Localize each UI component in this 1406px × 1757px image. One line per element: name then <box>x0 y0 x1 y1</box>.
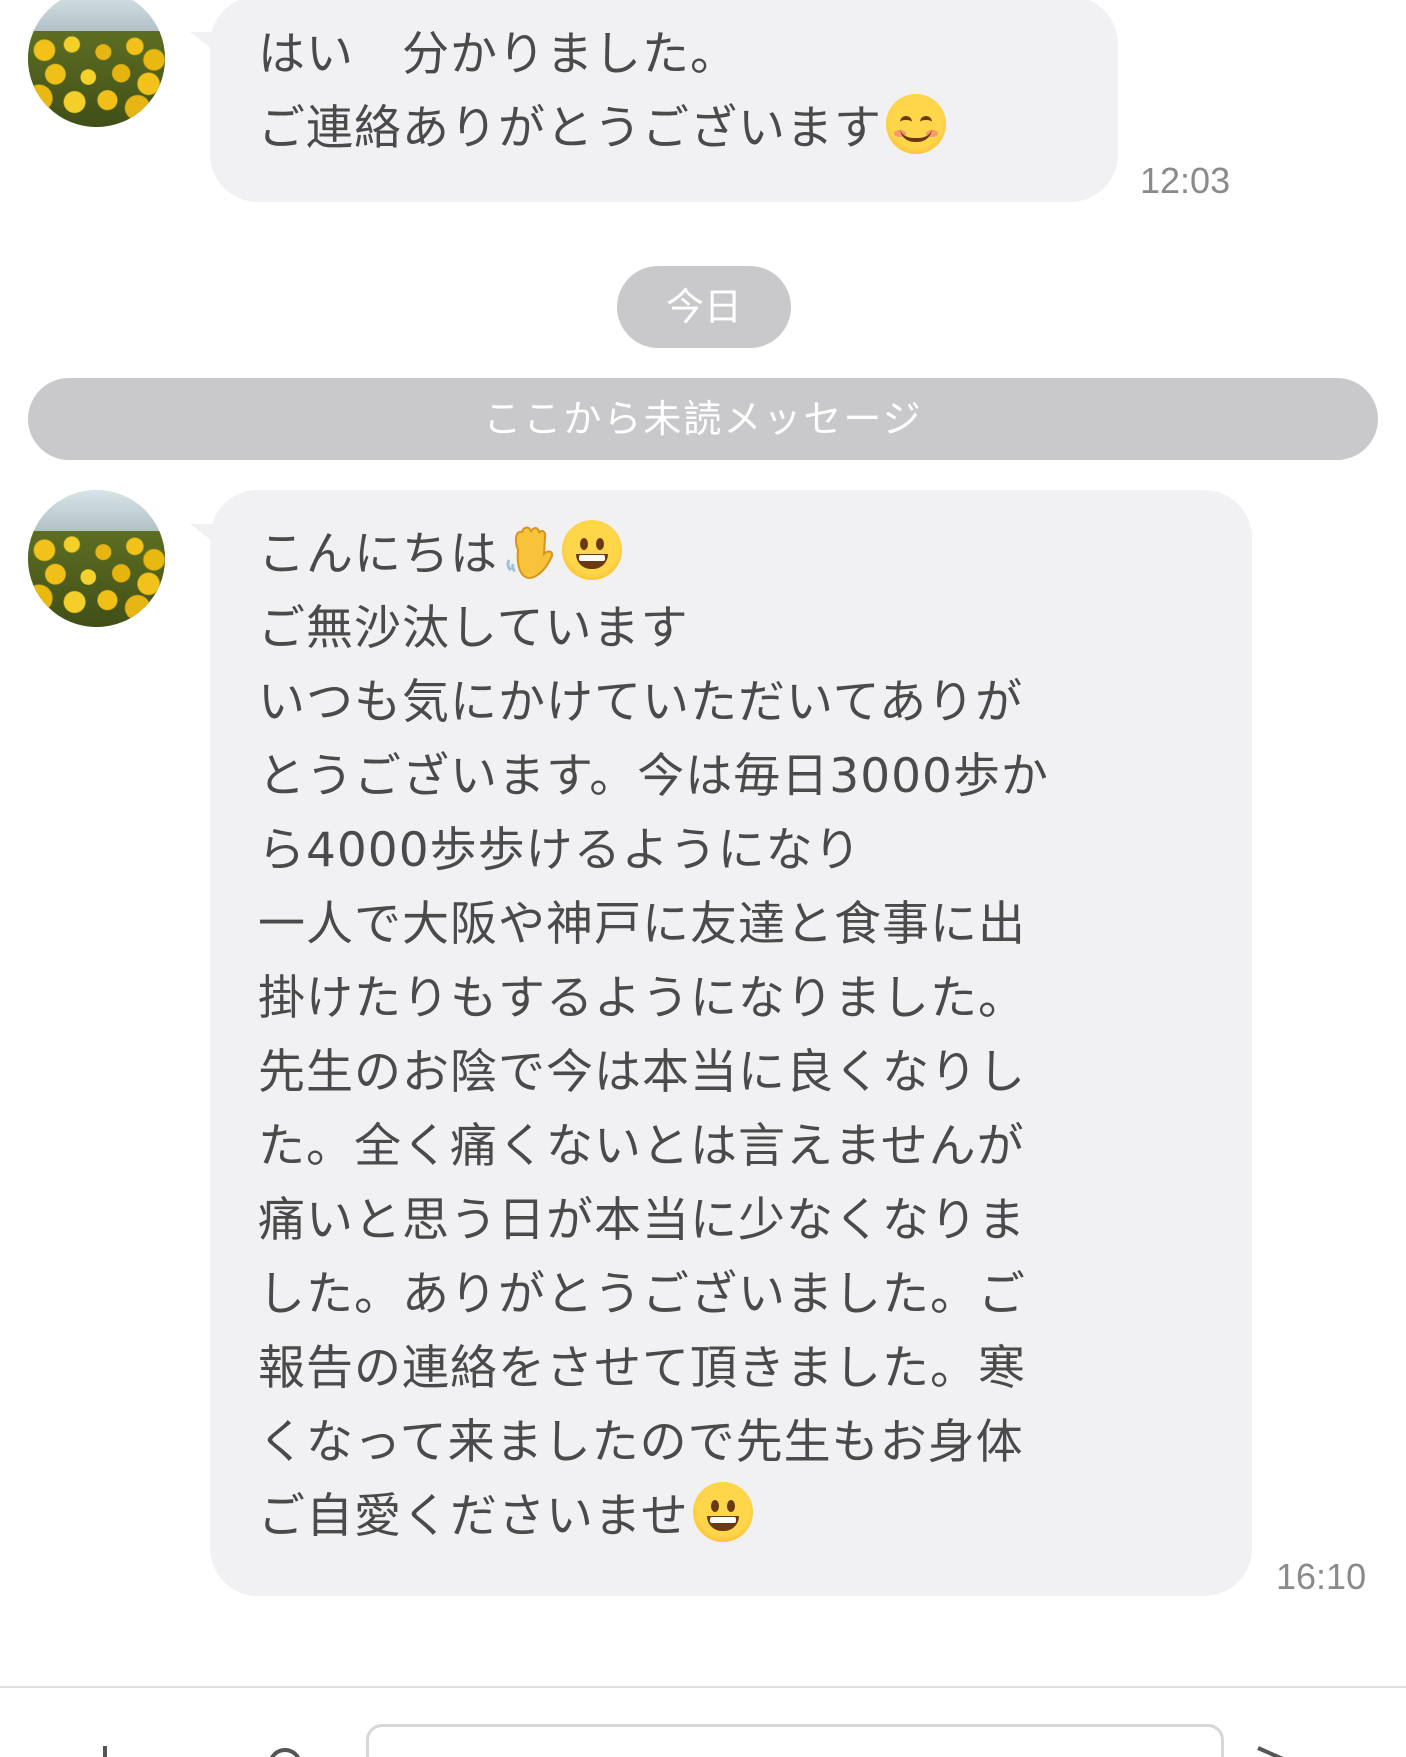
bubble-tail <box>190 524 216 544</box>
avatar-sunflower-field <box>28 531 165 627</box>
message-line: くなって来ましたので先生もお身体 <box>258 1415 1024 1470</box>
avatar-sunflower-field <box>28 31 165 127</box>
sender-avatar[interactable] <box>28 490 165 627</box>
smiling-face-icon <box>886 94 946 154</box>
grinning-face-icon <box>562 520 622 580</box>
sender-avatar[interactable] <box>28 0 165 127</box>
message-input[interactable] <box>366 1724 1224 1757</box>
unread-messages-separator: ここから未読メッセージ <box>28 378 1378 460</box>
date-separator: 今日 <box>617 266 791 348</box>
message-line: 一人で大阪や神戸に友達と食事に出 <box>258 897 1026 952</box>
message-time: 16:10 <box>1276 1556 1367 1597</box>
message-line: た。全く痛くないとは言えませんが <box>258 1119 1025 1174</box>
bubble-tail <box>190 32 216 52</box>
message-bubble-1[interactable]: はい 分かりました。 ご連絡ありがとうございます <box>190 0 1118 202</box>
message-line: とうございます。今は毎日3000歩か <box>258 749 1049 804</box>
message-line: こんにちは <box>258 518 1208 592</box>
message-line: 先生のお陰で今は本当に良くなりし <box>258 1045 1026 1100</box>
send-icon[interactable] <box>1250 1738 1300 1757</box>
message-line: ら4000歩歩けるようになり <box>258 823 862 878</box>
avatar-sky <box>28 0 165 34</box>
message-line-text: ご自愛くださいませ <box>258 1489 689 1544</box>
message-input-bar <box>0 1686 1406 1757</box>
message-line: 痛いと思う日が本当に少なくなりま <box>258 1193 1026 1248</box>
message-line: はい 分かりました。 <box>258 27 738 82</box>
camera-icon[interactable] <box>260 1738 310 1757</box>
message-line: ご連絡ありがとうございます <box>258 92 1074 166</box>
message-line: 報告の連絡をさせて頂きました。寒 <box>258 1341 1026 1396</box>
message-line: いつも気にかけていただいてありが <box>258 675 1024 730</box>
message-bubble-2[interactable]: こんにちは ご無沙汰しています いつも気にかけていただいてありが とうございます… <box>190 490 1252 1596</box>
message-line-text: こんにちは <box>258 527 498 582</box>
avatar-sky <box>28 490 165 534</box>
grinning-face-icon <box>692 1482 753 1542</box>
message-line-text: ご連絡ありがとうございます <box>258 101 882 156</box>
message-line: した。ありがとうございました。ご <box>258 1267 1026 1322</box>
waving-hand-icon <box>504 520 558 582</box>
message-line: ご自愛くださいませ <box>258 1480 1208 1554</box>
message-line: ご無沙汰しています <box>258 601 689 656</box>
plus-icon[interactable] <box>80 1738 130 1757</box>
message-time: 12:03 <box>1140 160 1231 201</box>
message-line: 掛けたりもするようになりました。 <box>258 971 1026 1026</box>
